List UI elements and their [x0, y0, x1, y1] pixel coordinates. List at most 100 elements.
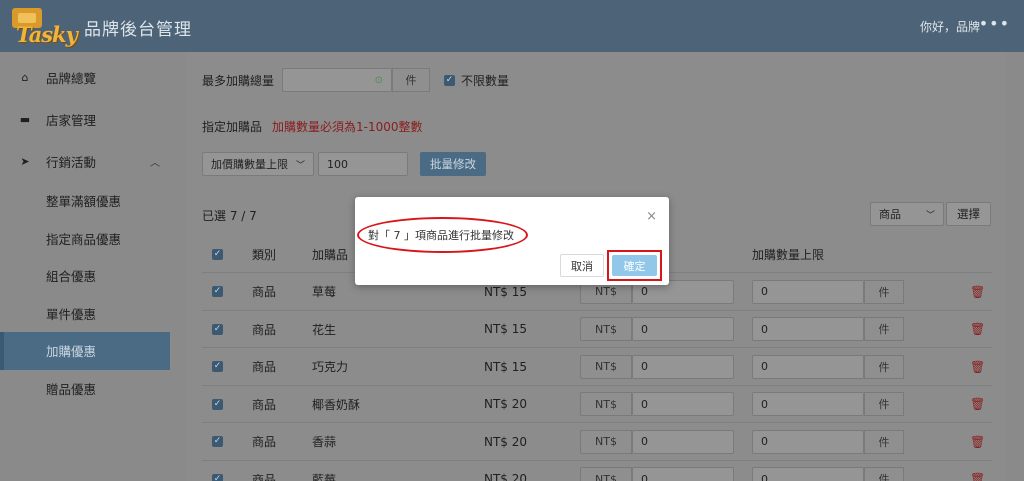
- row-price: NT$ 20: [484, 397, 528, 411]
- sidebar-subitem-combo[interactable]: 組合優惠: [0, 257, 170, 295]
- unlimited-checkbox[interactable]: ✓: [444, 74, 456, 86]
- batch-value-input[interactable]: 100: [318, 152, 408, 176]
- sidebar-subitem-single-item[interactable]: 單件優惠: [0, 295, 170, 333]
- sidebar-item-label: 品牌總覽: [46, 70, 97, 86]
- limit-input[interactable]: 0: [752, 392, 864, 416]
- sidebar-item-label: 店家管理: [46, 112, 97, 128]
- limit-input[interactable]: 0: [752, 279, 864, 304]
- select-all-checkbox[interactable]: ✓: [212, 248, 223, 260]
- unit-addon: 件: [392, 68, 431, 92]
- currency-addon: NT$: [580, 317, 632, 341]
- unit-addon: 件: [864, 354, 904, 379]
- sidebar-subitem-add-on[interactable]: 加購優惠: [0, 332, 170, 370]
- logo-text: Tasky: [16, 22, 78, 47]
- add-price-input[interactable]: 0: [632, 392, 734, 416]
- add-price-input[interactable]: 0: [632, 429, 734, 454]
- designated-row: 指定加購品 加購數量必須為1-1000整數: [202, 118, 423, 135]
- max-total-label: 最多加購總量: [202, 73, 275, 88]
- batch-field-select[interactable]: 加價購數量上限 ﹀: [202, 152, 314, 176]
- unit-addon: 件: [864, 317, 904, 341]
- row-checkbox[interactable]: ✓: [212, 361, 223, 372]
- sidebar-item-label: 行銷活動: [46, 154, 97, 170]
- row-checkbox[interactable]: ✓: [212, 323, 223, 335]
- add-price-input[interactable]: 0: [632, 354, 734, 379]
- type-select[interactable]: 商品 ﹀: [870, 202, 944, 226]
- sidebar-item-marketing[interactable]: ➤ 行銷活動 ︿: [0, 140, 170, 182]
- sidebar-subitem-order-threshold[interactable]: 整單滿額優惠: [0, 182, 170, 220]
- header-item: 加購品: [312, 247, 349, 262]
- max-total-row: 最多加購總量 ⊙ 件 ✓ 不限數量: [202, 68, 509, 92]
- quantity-warning: 加購數量必須為1-1000整數: [272, 120, 423, 134]
- batch-edit-button[interactable]: 批量修改: [420, 152, 486, 176]
- chevron-down-icon: ﹀: [295, 160, 305, 171]
- row-checkbox[interactable]: ✓: [212, 286, 223, 297]
- more-menu-icon[interactable]: •••: [979, 14, 1010, 33]
- sidebar-subitem-designated-product[interactable]: 指定商品優惠: [0, 220, 170, 258]
- tasky-logo[interactable]: Tasky: [12, 8, 78, 47]
- row-name: 巧克力: [312, 360, 349, 374]
- trash-icon[interactable]: 🗑: [970, 435, 985, 449]
- row-name: 椰香奶酥: [312, 397, 361, 412]
- limit-input[interactable]: 0: [752, 467, 864, 481]
- row-type: 商品: [252, 360, 277, 374]
- trash-icon[interactable]: 🗑: [970, 397, 985, 411]
- batch-row: 加價購數量上限 ﹀ 100 批量修改: [202, 152, 486, 176]
- store-icon: ▬: [19, 112, 31, 126]
- confirm-button[interactable]: 確定: [612, 255, 657, 276]
- row-name: 藍莓: [312, 472, 337, 481]
- row-price: NT$ 15: [484, 359, 528, 374]
- row-type: 商品: [252, 397, 277, 412]
- sidebar-subitem-gift[interactable]: 贈品優惠: [0, 370, 170, 408]
- unit-addon: 件: [864, 467, 904, 481]
- row-price: NT$ 15: [484, 322, 528, 336]
- row-checkbox[interactable]: ✓: [212, 436, 223, 447]
- unit-addon: 件: [864, 429, 904, 454]
- table-row: ✓ 商品 椰香奶酥 NT$ 20 NT$ 0 0 件 🗑: [202, 384, 992, 422]
- table-row: ✓ 商品 巧克力 NT$ 15 NT$ 0 0 件 🗑: [202, 347, 992, 384]
- top-header: Tasky 品牌後台管理 你好，品牌 •••: [0, 0, 1024, 52]
- trash-icon[interactable]: 🗑: [970, 360, 985, 374]
- selected-count: 已選 7 / 7: [202, 209, 257, 223]
- row-type: 商品: [252, 285, 277, 299]
- table-row: ✓ 商品 藍莓 NT$ 20 NT$ 0 0 件 🗑: [202, 459, 992, 481]
- valid-check-icon: ⊙: [374, 74, 384, 86]
- message-highlight: [357, 217, 528, 253]
- trash-icon[interactable]: 🗑: [970, 322, 985, 336]
- row-price: NT$ 20: [484, 472, 528, 481]
- confirm-highlight: 確定: [607, 250, 662, 281]
- header-type: 類別: [252, 247, 277, 262]
- close-icon[interactable]: ×: [646, 209, 657, 224]
- row-price: NT$ 20: [484, 434, 528, 449]
- unit-addon: 件: [864, 279, 904, 304]
- sidebar-item-store-management[interactable]: ▬ 店家管理: [0, 98, 170, 140]
- limit-input[interactable]: 0: [752, 317, 864, 341]
- sidebar-item-brand-overview[interactable]: ⌂ 品牌總覽: [0, 56, 170, 98]
- row-checkbox[interactable]: ✓: [212, 473, 223, 481]
- sidebar: ⌂ 品牌總覽 ▬ 店家管理 ➤ 行銷活動 ︿ 整單滿額優惠 指定商品優惠 組合優…: [0, 52, 170, 481]
- table-row: ✓ 商品 香蒜 NT$ 20 NT$ 0 0 件 🗑: [202, 422, 992, 459]
- row-type: 商品: [252, 435, 277, 449]
- max-total-input[interactable]: ⊙: [282, 68, 393, 92]
- row-checkbox[interactable]: ✓: [212, 398, 223, 410]
- unit-addon: 件: [864, 392, 904, 416]
- cancel-button[interactable]: 取消: [560, 254, 604, 277]
- row-type: 商品: [252, 322, 277, 337]
- home-icon: ⌂: [21, 70, 29, 84]
- choose-button[interactable]: 選擇: [946, 202, 991, 226]
- chevron-up-icon: ︿: [150, 157, 161, 169]
- add-price-input[interactable]: 0: [632, 467, 734, 481]
- chevron-down-icon: ﹀: [925, 210, 935, 221]
- user-greeting[interactable]: 你好，品牌: [920, 18, 980, 35]
- add-price-input[interactable]: 0: [632, 317, 734, 341]
- limit-input[interactable]: 0: [752, 354, 864, 379]
- currency-addon: NT$: [580, 354, 632, 379]
- currency-addon: NT$: [580, 392, 632, 416]
- app-title: 品牌後台管理: [84, 20, 192, 40]
- limit-input[interactable]: 0: [752, 429, 864, 454]
- row-type: 商品: [252, 472, 277, 481]
- currency-addon: NT$: [580, 467, 632, 481]
- trash-icon[interactable]: 🗑: [970, 472, 985, 481]
- trash-icon[interactable]: 🗑: [970, 285, 985, 299]
- header-limit: 加購數量上限: [752, 247, 825, 262]
- row-name: 草莓: [312, 285, 337, 299]
